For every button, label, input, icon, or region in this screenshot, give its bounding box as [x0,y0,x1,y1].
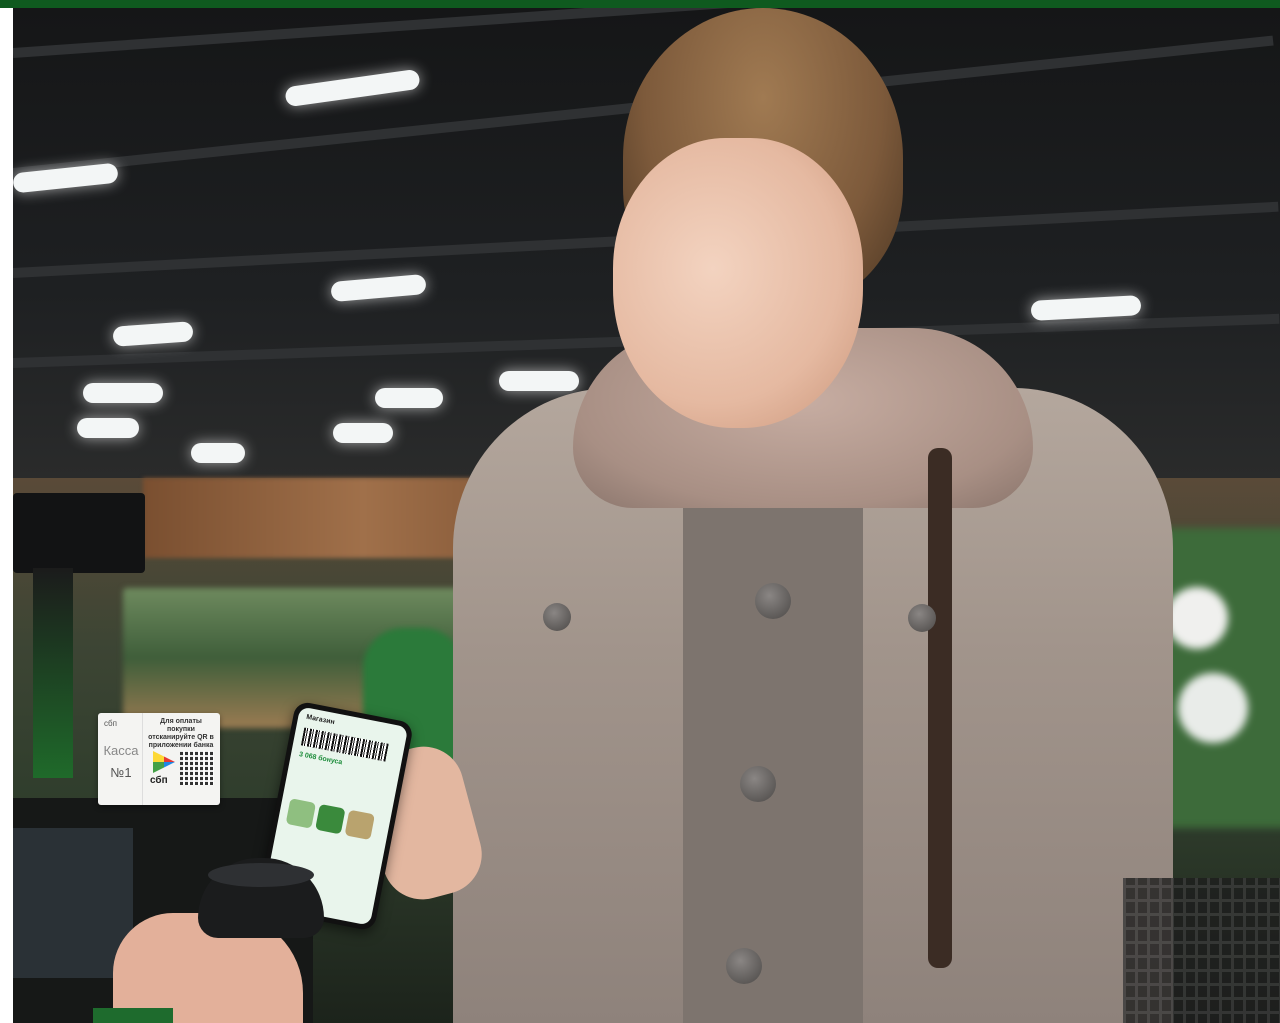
top-brand-bar [0,0,1280,8]
kassa-label: Касса [103,743,139,758]
qr-instruction: Для оплаты покупки отсканируйте QR в при… [148,718,214,749]
coat-button [755,583,791,619]
cashier-sleeve [93,1008,173,1023]
shopping-cart [1123,878,1280,1023]
sbp-label: сбп [150,775,168,786]
phone-app-title: Магазин [305,713,336,727]
woman-sweater [683,428,863,1023]
pos-terminal [13,493,145,573]
scanner-head [208,863,314,887]
terminal-pole [33,568,73,778]
sbp-icon [153,751,175,773]
pocket-button [543,603,571,631]
kassa-number: №1 [110,765,132,780]
left-margin [0,8,13,1023]
promo-tile [344,809,376,841]
coat-button [726,948,762,984]
promo-tile [315,803,346,835]
kassa-qr-sign: сбп Касса №1 Для оплаты покупки отсканир… [98,713,220,805]
store-checkout-photo: сбп Касса №1 Для оплаты покупки отсканир… [13,8,1280,1023]
coat-button [740,766,776,802]
promo-tile [285,798,317,829]
bag-strap [928,448,952,968]
pocket-button [908,604,936,632]
bonus-balance: 3 068 бонуса [298,751,343,767]
qr-code-icon [180,751,214,785]
woman-face [613,138,863,428]
sbp-logo-text: сбп [104,719,117,728]
